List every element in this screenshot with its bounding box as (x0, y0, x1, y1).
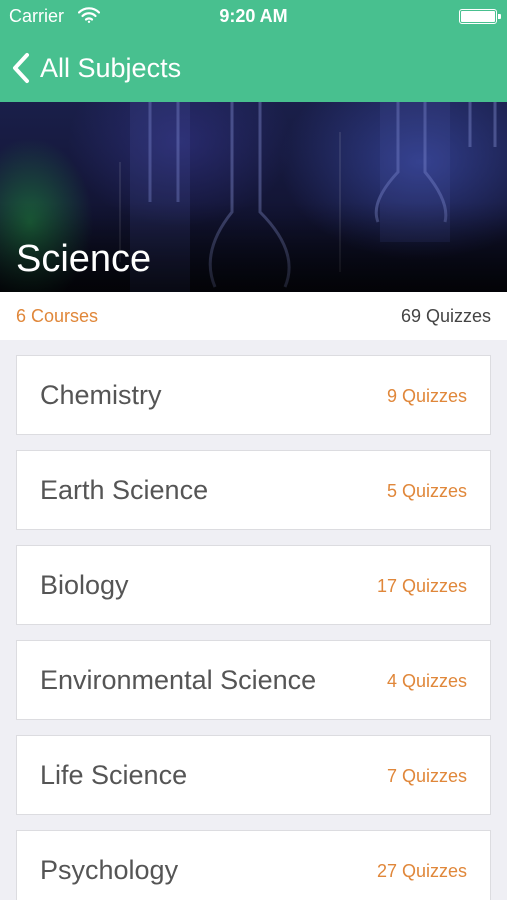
course-name: Environmental Science (40, 665, 317, 695)
course-quiz-count: 5 Quizzes (386, 481, 467, 501)
course-card-biology[interactable]: Biology 17 Quizzes (16, 545, 491, 625)
battery-icon (459, 9, 501, 24)
course-card-earth-science[interactable]: Earth Science 5 Quizzes (16, 450, 491, 530)
course-name: Psychology (40, 855, 179, 885)
app-screen: Carrier 9:20 AM All Subjects Science 6 C… (0, 0, 507, 900)
course-card-chemistry[interactable]: Chemistry 9 Quizzes (16, 355, 491, 435)
course-name: Life Science (40, 760, 188, 790)
subject-summary: 6 Courses 69 Quizzes (0, 292, 507, 340)
course-card-environmental-science[interactable]: Environmental Science 4 Quizzes (16, 640, 491, 720)
back-label: All Subjects (40, 52, 182, 83)
course-name: Chemistry (40, 380, 162, 410)
status-time: 9:20 AM (219, 6, 288, 26)
quiz-total: 69 Quizzes (400, 306, 491, 326)
status-bar: Carrier 9:20 AM (0, 0, 507, 34)
course-quiz-count: 4 Quizzes (386, 671, 467, 691)
subject-title: Science (16, 238, 152, 280)
course-name: Earth Science (40, 475, 209, 505)
course-quiz-count: 7 Quizzes (386, 766, 467, 786)
top-bar: Carrier 9:20 AM All Subjects (0, 0, 507, 102)
course-name: Biology (40, 570, 129, 600)
chevron-left-icon (13, 53, 29, 83)
course-quiz-count: 9 Quizzes (386, 386, 467, 406)
subject-hero-image: Science (0, 102, 507, 292)
course-quiz-count: 27 Quizzes (376, 861, 467, 881)
course-count: 6 Courses (16, 306, 99, 326)
back-button[interactable]: All Subjects (10, 48, 181, 88)
course-card-life-science[interactable]: Life Science 7 Quizzes (16, 735, 491, 815)
course-card-psychology[interactable]: Psychology 27 Quizzes (16, 830, 491, 900)
course-quiz-count: 17 Quizzes (376, 576, 467, 596)
